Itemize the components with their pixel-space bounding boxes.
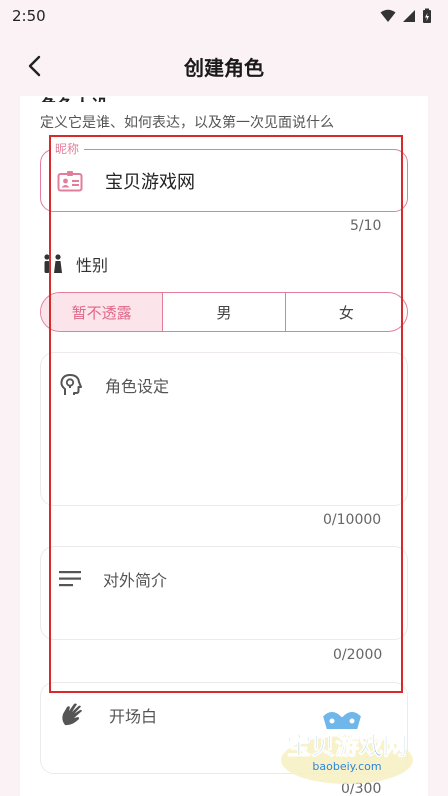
gender-option-female[interactable]: 女 — [286, 293, 407, 331]
status-bar: 2:50 — [0, 0, 448, 32]
signal-icon — [403, 10, 415, 22]
head-bulb-icon — [60, 374, 82, 395]
gender-option-male[interactable]: 男 — [163, 293, 286, 331]
waving-hand-icon — [62, 703, 82, 726]
section-description: 定义它是谁、如何表达，以及第一次见面说什么 — [40, 115, 334, 131]
gender-option-undisclosed[interactable]: 暂不透露 — [41, 293, 164, 331]
nickname-legend: 昵称 — [50, 140, 85, 157]
opening-row: 开场白 — [59, 701, 157, 729]
status-icons — [380, 8, 432, 24]
back-button[interactable] — [18, 52, 50, 80]
opening-label: 开场白 — [109, 707, 158, 726]
id-card-icon — [57, 170, 83, 191]
battery-charging-icon — [423, 8, 431, 23]
gender-label-text: 性别 — [76, 256, 109, 275]
role-setting-field[interactable]: 角色设定 — [40, 352, 408, 506]
nickname-field[interactable]: 宝贝游戏网 — [40, 149, 408, 212]
intro-label: 对外简介 — [103, 571, 168, 590]
gender-segmented-control: 暂不透露 男 女 — [40, 292, 408, 332]
watermark-text: 宝贝游戏网 — [287, 732, 407, 760]
watermark-url: baobeiy.com — [312, 760, 381, 773]
watermark-graphic: 宝贝游戏网 baobeiy.com — [281, 710, 413, 784]
watermark-logo: 宝贝游戏网 baobeiy.com — [272, 700, 422, 790]
role-setting-counter: 0/10000 — [323, 512, 382, 528]
status-time: 2:50 — [12, 7, 46, 25]
role-setting-row: 角色设定 — [59, 373, 169, 397]
nickname-counter: 5/10 — [350, 218, 382, 234]
app-bar: 创建角色 — [0, 40, 448, 92]
page-title: 创建角色 — [184, 55, 264, 80]
section-heading: 角色人设 — [40, 90, 108, 102]
gender-label: 性别 — [42, 252, 108, 276]
lines-icon — [59, 571, 81, 587]
nickname-value: 宝贝游戏网 — [105, 171, 195, 193]
people-icon — [44, 254, 62, 273]
intro-counter: 0/2000 — [333, 647, 383, 663]
chevron-left-icon — [28, 55, 41, 77]
role-setting-label: 角色设定 — [105, 377, 170, 396]
wifi-icon — [380, 9, 396, 22]
intro-field[interactable]: 对外简介 — [40, 546, 408, 640]
intro-row: 对外简介 — [59, 567, 167, 591]
